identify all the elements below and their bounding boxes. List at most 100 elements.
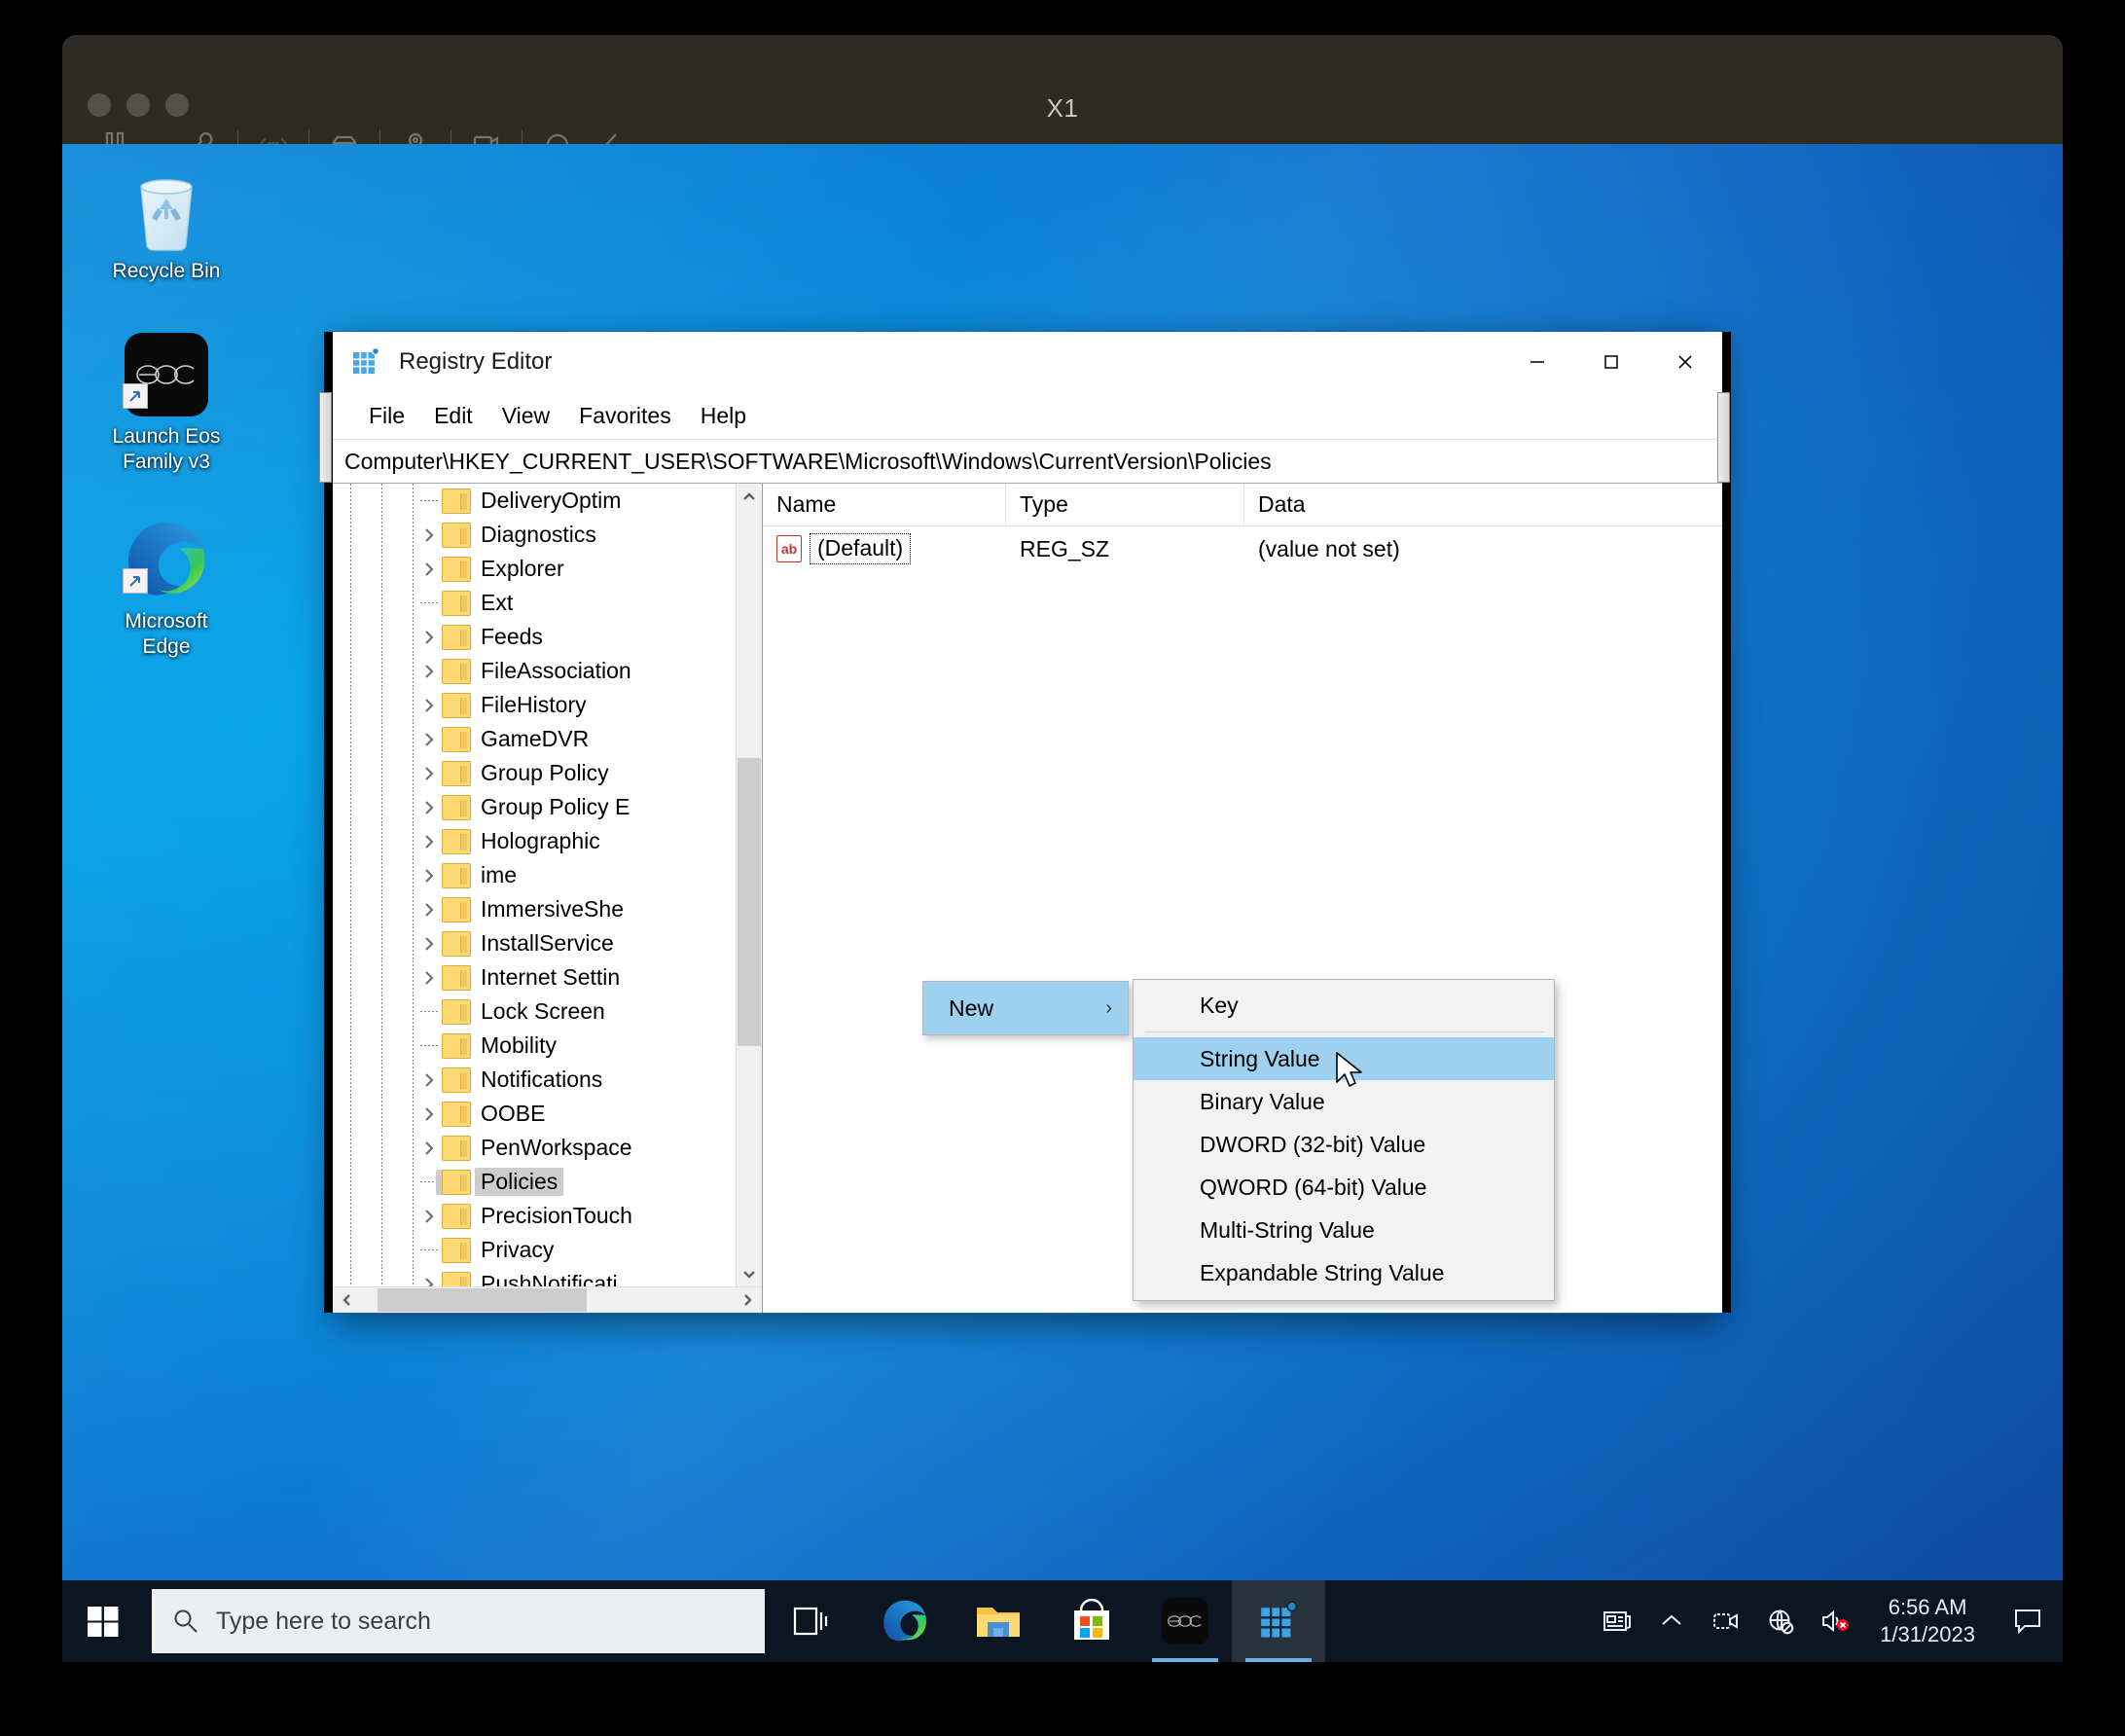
context-menu-item[interactable]: DWORD (32-bit) Value bbox=[1134, 1123, 1554, 1166]
left-edge-thumb bbox=[319, 392, 332, 483]
registry-editor-titlebar[interactable]: Registry Editor bbox=[333, 332, 1722, 392]
tree-item[interactable]: Lock Screen bbox=[333, 995, 749, 1029]
search-input[interactable]: Type here to search bbox=[152, 1589, 765, 1653]
tree-item[interactable]: PenWorkspace bbox=[333, 1131, 749, 1165]
tree-item[interactable]: Privacy bbox=[333, 1233, 749, 1267]
tree-leaf-marker bbox=[416, 1233, 442, 1267]
start-button[interactable] bbox=[62, 1580, 144, 1662]
meet-now-icon[interactable] bbox=[1699, 1580, 1753, 1662]
network-disconnected-icon[interactable] bbox=[1753, 1580, 1808, 1662]
tree-vertical-scrollbar[interactable] bbox=[736, 484, 762, 1286]
context-menu-item-new[interactable]: New › bbox=[923, 982, 1128, 1034]
tree-horizontal-scrollbar[interactable] bbox=[333, 1286, 762, 1313]
column-header-type[interactable]: Type bbox=[1006, 484, 1244, 525]
tree-leaf-marker bbox=[416, 484, 442, 518]
chevron-right-icon[interactable] bbox=[416, 552, 442, 586]
volume-muted-icon[interactable] bbox=[1808, 1580, 1862, 1662]
clock-date: 1/31/2023 bbox=[1880, 1622, 1975, 1646]
close-button[interactable] bbox=[1648, 332, 1722, 392]
tree-item[interactable]: DeliveryOptim bbox=[333, 484, 749, 518]
chevron-right-icon[interactable] bbox=[416, 858, 442, 892]
chevron-right-icon[interactable] bbox=[416, 824, 442, 858]
task-view-icon[interactable] bbox=[765, 1580, 858, 1662]
file-explorer-icon[interactable] bbox=[952, 1580, 1045, 1662]
tree-indent-guides bbox=[333, 1063, 416, 1097]
tree-item[interactable]: Internet Settin bbox=[333, 960, 749, 995]
window-controls bbox=[1500, 332, 1722, 392]
chevron-right-icon[interactable] bbox=[416, 790, 442, 824]
chevron-right-icon[interactable] bbox=[416, 1063, 442, 1097]
menu-view[interactable]: View bbox=[487, 399, 564, 433]
tree-item[interactable]: Group Policy bbox=[333, 756, 749, 790]
column-header-name[interactable]: Name bbox=[763, 484, 1006, 525]
clock[interactable]: 6:56 AM 1/31/2023 bbox=[1862, 1594, 1993, 1648]
minimize-button[interactable] bbox=[1500, 332, 1574, 392]
desktop: Recycle Bin Launch Eos Family v3 Microso… bbox=[62, 144, 2063, 1662]
tree-item[interactable]: OOBE bbox=[333, 1097, 749, 1131]
chevron-right-icon[interactable] bbox=[416, 518, 442, 552]
tree-item[interactable]: Mobility bbox=[333, 1029, 749, 1063]
context-menu-item[interactable]: Key bbox=[1134, 984, 1554, 1027]
column-header-data[interactable]: Data bbox=[1244, 484, 1722, 525]
chevron-right-icon[interactable] bbox=[416, 756, 442, 790]
menu-file[interactable]: File bbox=[354, 399, 419, 433]
tree-item[interactable]: ime bbox=[333, 858, 749, 892]
eos-icon[interactable] bbox=[1138, 1580, 1232, 1662]
chevron-right-icon[interactable] bbox=[416, 960, 442, 995]
desktop-icon-launch-eos-family-v3[interactable]: Launch Eos Family v3 bbox=[84, 327, 249, 475]
tree-item[interactable]: PushNotificati bbox=[333, 1267, 749, 1286]
action-center-icon[interactable] bbox=[1993, 1580, 2063, 1662]
tree-item[interactable]: ImmersiveShe bbox=[333, 892, 749, 926]
menu-edit[interactable]: Edit bbox=[419, 399, 487, 433]
tree-item[interactable]: PrecisionTouch bbox=[333, 1199, 749, 1233]
menu-help[interactable]: Help bbox=[686, 399, 761, 433]
chevron-right-icon[interactable] bbox=[416, 1097, 442, 1131]
news-and-interests-icon[interactable] bbox=[1590, 1580, 1644, 1662]
chevron-right-icon[interactable] bbox=[416, 1131, 442, 1165]
table-row[interactable]: ab (Default) REG_SZ (value not set) bbox=[763, 528, 1722, 569]
menu-favorites[interactable]: Favorites bbox=[564, 399, 686, 433]
tree-item[interactable]: InstallService bbox=[333, 926, 749, 960]
tree-item[interactable]: Notifications bbox=[333, 1063, 749, 1097]
tree-item[interactable]: FileAssociation bbox=[333, 654, 749, 688]
folder-icon bbox=[442, 556, 471, 582]
microsoft-store-icon[interactable] bbox=[1045, 1580, 1138, 1662]
scroll-down-button[interactable] bbox=[737, 1260, 762, 1286]
scroll-left-button[interactable] bbox=[333, 1292, 362, 1308]
registry-editor-icon[interactable] bbox=[1232, 1580, 1325, 1662]
context-menu-item[interactable]: Expandable String Value bbox=[1134, 1251, 1554, 1294]
tree-leaf-marker bbox=[416, 586, 442, 620]
scroll-up-button[interactable] bbox=[737, 484, 762, 510]
tree-item[interactable]: Group Policy E bbox=[333, 790, 749, 824]
folder-icon bbox=[442, 1032, 471, 1059]
address-bar[interactable]: Computer\HKEY_CURRENT_USER\SOFTWARE\Micr… bbox=[333, 439, 1722, 484]
chevron-right-icon[interactable] bbox=[416, 620, 442, 654]
tree-item[interactable]: Feeds bbox=[333, 620, 749, 654]
chevron-right-icon[interactable] bbox=[416, 926, 442, 960]
clock-time: 6:56 AM bbox=[1888, 1595, 1967, 1619]
chevron-right-icon[interactable] bbox=[416, 1199, 442, 1233]
show-hidden-icons-icon[interactable] bbox=[1644, 1580, 1699, 1662]
tree-hscrollbar-thumb[interactable] bbox=[378, 1288, 587, 1312]
tree-item[interactable]: Explorer bbox=[333, 552, 749, 586]
chevron-right-icon[interactable] bbox=[416, 1267, 442, 1286]
tree-item[interactable]: Policies bbox=[333, 1165, 749, 1199]
tree-item[interactable]: GameDVR bbox=[333, 722, 749, 756]
context-menu-item[interactable]: Multi-String Value bbox=[1134, 1209, 1554, 1251]
maximize-button[interactable] bbox=[1574, 332, 1648, 392]
desktop-icon-microsoft-edge[interactable]: Microsoft Edge bbox=[84, 512, 249, 660]
microsoft-edge-icon[interactable] bbox=[858, 1580, 952, 1662]
context-menu-item[interactable]: QWORD (64-bit) Value bbox=[1134, 1166, 1554, 1209]
tree-item[interactable]: Ext bbox=[333, 586, 749, 620]
chevron-right-icon[interactable] bbox=[416, 654, 442, 688]
chevron-right-icon[interactable] bbox=[416, 892, 442, 926]
scroll-right-button[interactable] bbox=[733, 1292, 762, 1308]
tree-item[interactable]: Holographic bbox=[333, 824, 749, 858]
tree-item[interactable]: FileHistory bbox=[333, 688, 749, 722]
tree-item[interactable]: Diagnostics bbox=[333, 518, 749, 552]
value-name-label: (Default) bbox=[810, 533, 912, 564]
chevron-right-icon[interactable] bbox=[416, 722, 442, 756]
tree-scrollbar-thumb[interactable] bbox=[738, 758, 761, 1046]
chevron-right-icon[interactable] bbox=[416, 688, 442, 722]
desktop-icon-recycle-bin[interactable]: Recycle Bin bbox=[84, 162, 249, 284]
